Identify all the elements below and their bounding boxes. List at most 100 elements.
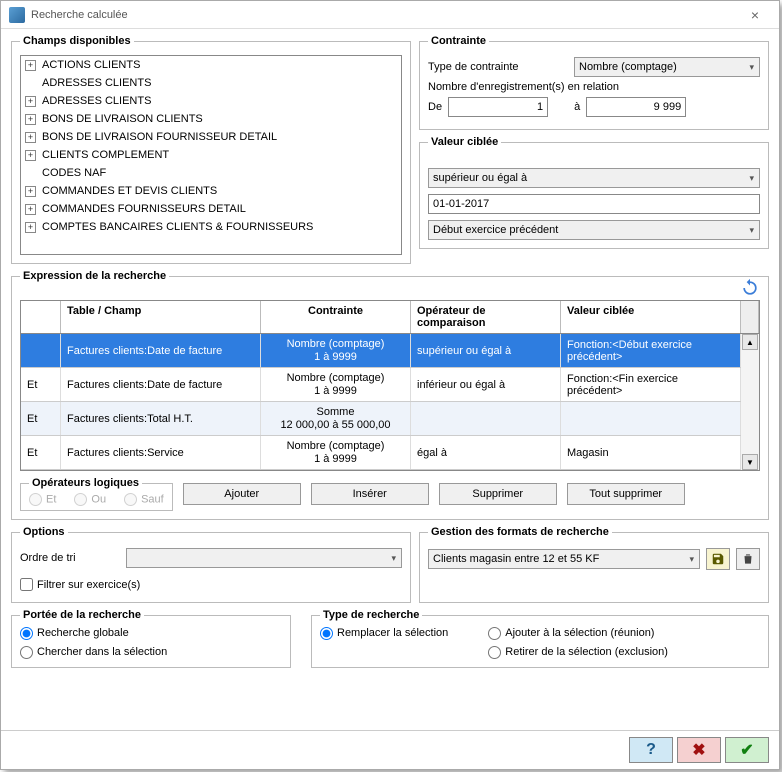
titlebar: Recherche calculée ×	[1, 1, 779, 29]
close-icon[interactable]: ×	[739, 7, 771, 23]
expand-icon[interactable]: +	[25, 222, 36, 233]
tree-item[interactable]: + COMPTES BANCAIRES CLIENTS & FOURNISSEUR…	[21, 218, 401, 236]
retirer-selection-radio[interactable]: Retirer de la sélection (exclusion)	[488, 646, 668, 658]
cell-operateur	[411, 402, 561, 435]
recherche-globale-radio[interactable]: Recherche globale	[20, 627, 129, 639]
function-combo[interactable]: Début exercice précédent	[428, 220, 760, 240]
tree-item[interactable]: +COMMANDES FOURNISSEURS DETAIL	[21, 200, 401, 218]
portee-fieldset: Portée de la recherche Recherche globale…	[11, 609, 291, 668]
refresh-icon[interactable]	[740, 278, 760, 298]
type-recherche-fieldset: Type de recherche Remplacer la sélection…	[311, 609, 769, 668]
tree-item[interactable]: +ACTIONS CLIENTS	[21, 56, 401, 74]
remplacer-selection-radio[interactable]: Remplacer la sélection	[320, 627, 448, 639]
ajouter-button[interactable]: Ajouter	[183, 483, 301, 505]
tree-item[interactable]: + COMMANDES ET DEVIS CLIENTS	[21, 182, 401, 200]
cell-contrainte: Nombre (comptage)1 à 9999	[261, 368, 411, 401]
ok-button[interactable]: ✔	[725, 737, 769, 763]
tree-item[interactable]: + ADRESSES CLIENTS	[21, 92, 401, 110]
window-title: Recherche calculée	[31, 9, 739, 21]
tree-item[interactable]: +CLIENTS COMPLEMENT	[21, 146, 401, 164]
table-row[interactable]: EtFactures clients:Date de factureNombre…	[21, 368, 759, 402]
de-input[interactable]: 1	[448, 97, 548, 117]
tree-item[interactable]: +BONS DE LIVRAISON FOURNISSEUR DETAIL	[21, 128, 401, 146]
cell-contrainte: Nombre (comptage)1 à 9999	[261, 436, 411, 469]
valeur-legend: Valeur ciblée	[428, 136, 501, 148]
contrainte-fieldset: Contrainte Type de contrainte Nombre (co…	[419, 35, 769, 130]
options-fieldset: Options Ordre de tri Filtrer sur exercic…	[11, 526, 411, 603]
format-combo[interactable]: Clients magasin entre 12 et 55 KF	[428, 549, 700, 569]
tout-supprimer-button[interactable]: Tout supprimer	[567, 483, 685, 505]
header-table-champ: Table / Champ	[61, 301, 261, 333]
op-et-radio[interactable]: Et	[29, 493, 56, 506]
app-icon	[9, 7, 25, 23]
expand-icon[interactable]: +	[25, 150, 36, 161]
a-range-label: à	[574, 101, 580, 113]
cell-operateur: inférieur ou égal à	[411, 368, 561, 401]
options-legend: Options	[20, 526, 68, 538]
help-button[interactable]: ?	[629, 737, 673, 763]
a-input[interactable]: 9 999	[586, 97, 686, 117]
chercher-selection-radio[interactable]: Chercher dans la sélection	[20, 646, 167, 658]
table-row[interactable]: Factures clients:Date de factureNombre (…	[21, 334, 759, 368]
filtrer-exercice-checkbox[interactable]: Filtrer sur exercice(s)	[20, 578, 140, 591]
expand-icon[interactable]: +	[25, 186, 36, 197]
champs-legend: Champs disponibles	[20, 35, 134, 47]
cancel-button[interactable]: ✖	[677, 737, 721, 763]
save-icon[interactable]	[706, 548, 730, 570]
cell-valeur: Fonction:<Début exercice précédent>	[561, 334, 741, 367]
table-row[interactable]: EtFactures clients:Total H.T.Somme12 000…	[21, 402, 759, 436]
expand-icon[interactable]: +	[25, 60, 36, 71]
tree-item[interactable]: CODES NAF	[21, 164, 401, 182]
grid-header: Table / Champ Contrainte Opérateur de co…	[21, 301, 759, 334]
expression-grid: Table / Champ Contrainte Opérateur de co…	[20, 300, 760, 471]
tree-item-label: BONS DE LIVRAISON CLIENTS	[42, 113, 203, 125]
scroll-down-icon[interactable]: ▼	[742, 454, 758, 470]
cell-field: Factures clients:Total H.T.	[61, 402, 261, 435]
operateurs-logiques-fieldset: Opérateurs logiques Et Ou Sauf	[20, 477, 173, 511]
cell-operateur: égal à	[411, 436, 561, 469]
delete-icon[interactable]	[736, 548, 760, 570]
type-contrainte-label: Type de contrainte	[428, 61, 568, 73]
dialog-button-bar: ? ✖ ✔	[1, 730, 779, 769]
expand-icon[interactable]: +	[25, 204, 36, 215]
scroll-up-icon[interactable]: ▲	[742, 334, 758, 350]
champs-tree[interactable]: +ACTIONS CLIENTSADRESSES CLIENTS+ADRESSE…	[20, 55, 402, 255]
expand-icon[interactable]: +	[25, 96, 36, 107]
inserer-button[interactable]: Insérer	[311, 483, 429, 505]
cell-valeur: Fonction:<Fin exercice précédent>	[561, 368, 741, 401]
operator-combo[interactable]: supérieur ou égal à	[428, 168, 760, 188]
table-row[interactable]: EtFactures clients:ServiceNombre (compta…	[21, 436, 759, 470]
grid-body: Factures clients:Date de factureNombre (…	[21, 334, 759, 470]
type-contrainte-combo[interactable]: Nombre (comptage)	[574, 57, 760, 77]
tree-item[interactable]: + BONS DE LIVRAISON CLIENTS	[21, 110, 401, 128]
ajouter-selection-radio[interactable]: Ajouter à la sélection (réunion)	[488, 627, 654, 639]
ordre-tri-combo[interactable]	[126, 548, 402, 568]
tree-item[interactable]: ADRESSES CLIENTS	[21, 74, 401, 92]
op-sauf-radio[interactable]: Sauf	[124, 493, 164, 506]
grid-scrollbar[interactable]: ▲ ▼	[741, 334, 759, 470]
expression-legend: Expression de la recherche	[20, 270, 169, 282]
spacer	[25, 168, 36, 179]
ordre-tri-label: Ordre de tri	[20, 552, 120, 564]
cell-field: Factures clients:Date de facture	[61, 334, 261, 367]
header-op	[21, 301, 61, 333]
cell-contrainte: Somme12 000,00 à 55 000,00	[261, 402, 411, 435]
expand-icon[interactable]: +	[25, 114, 36, 125]
portee-legend: Portée de la recherche	[20, 609, 144, 621]
cell-op: Et	[21, 436, 61, 469]
tree-item-label: ADRESSES CLIENTS	[42, 95, 151, 107]
valeur-ciblee-fieldset: Valeur ciblée supérieur ou égal à 01-01-…	[419, 136, 769, 249]
tree-item-label: CODES NAF	[42, 167, 106, 179]
expand-icon[interactable]: +	[25, 132, 36, 143]
cell-valeur	[561, 402, 741, 435]
de-label: De	[428, 101, 442, 113]
cell-field: Factures clients:Date de facture	[61, 368, 261, 401]
cell-operateur: supérieur ou égal à	[411, 334, 561, 367]
cell-op: Et	[21, 402, 61, 435]
op-ou-radio[interactable]: Ou	[74, 493, 106, 506]
supprimer-button[interactable]: Supprimer	[439, 483, 557, 505]
date-input[interactable]: 01-01-2017	[428, 194, 760, 214]
tree-item-label: COMMANDES ET DEVIS CLIENTS	[42, 185, 217, 197]
tree-item-label: COMPTES BANCAIRES CLIENTS & FOURNISSEURS	[42, 221, 313, 233]
dialog-window: Recherche calculée × Champs disponibles …	[0, 0, 780, 770]
